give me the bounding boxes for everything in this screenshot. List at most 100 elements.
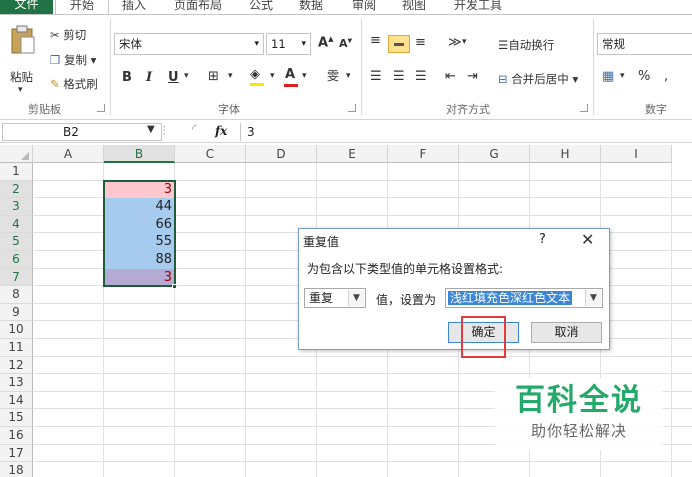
percent-button[interactable]: % xyxy=(638,69,650,84)
font-color-icon[interactable]: A xyxy=(284,67,298,87)
chevron-down-icon[interactable]: ▾ xyxy=(462,37,467,47)
row-header-4[interactable]: 4 xyxy=(0,215,33,234)
align-left-icon[interactable]: ☰ xyxy=(370,69,382,84)
borders-icon[interactable]: ⊞ xyxy=(208,69,219,84)
wrap-text-button[interactable]: ☰自动换行 xyxy=(498,37,554,53)
paste-button[interactable]: 粘贴 ▾ xyxy=(8,23,38,95)
row-header-6[interactable]: 6 xyxy=(0,251,33,269)
font-name-select[interactable]: 宋体 ▾ xyxy=(114,33,264,55)
number-group-label: 数字 xyxy=(645,103,667,116)
select-all-button[interactable] xyxy=(0,145,33,163)
row-header-5[interactable]: 5 xyxy=(0,233,33,251)
scissors-icon: ✂ xyxy=(50,28,60,42)
chevron-down-icon[interactable]: ▾ xyxy=(184,71,189,81)
row-header-7[interactable]: 7 xyxy=(0,268,33,287)
column-header-c[interactable]: C xyxy=(175,145,246,163)
accounting-icon[interactable]: ▦ xyxy=(602,69,614,84)
format-painter-button[interactable]: ✎ 格式刷 xyxy=(50,76,98,92)
help-button[interactable]: ? xyxy=(539,232,546,247)
number-format-select[interactable]: 常规 xyxy=(597,33,692,55)
chevron-down-icon[interactable]: ▾ xyxy=(270,71,275,81)
orientation-icon[interactable]: ≫ xyxy=(448,35,462,50)
close-icon[interactable]: ✕ xyxy=(581,230,594,249)
row-header-8[interactable]: 8 xyxy=(0,286,33,304)
row-header-2[interactable]: 2 xyxy=(0,180,33,199)
tab-insert[interactable]: 插入 xyxy=(122,0,146,14)
tab-home[interactable]: 开始 xyxy=(55,0,109,14)
tab-data[interactable]: 数据 xyxy=(299,0,323,14)
row-header-13[interactable]: 13 xyxy=(0,374,33,392)
watermark: 百科全说 助你轻松解决 xyxy=(495,378,663,450)
name-box[interactable]: B2 ▼ xyxy=(2,123,162,141)
clipboard-icon xyxy=(11,25,35,54)
column-header-d[interactable]: D xyxy=(246,145,317,163)
wrap-icon: ☰ xyxy=(498,38,509,52)
merge-center-label: 合并后居中 xyxy=(511,72,569,86)
chevron-down-icon[interactable]: ▾ xyxy=(302,71,307,81)
row-header-11[interactable]: 11 xyxy=(0,339,33,357)
fill-handle[interactable] xyxy=(172,284,177,289)
highlight-annotation-box xyxy=(461,316,506,358)
column-header-f[interactable]: F xyxy=(388,145,459,163)
font-size-select[interactable]: 11 ▾ xyxy=(266,33,311,55)
alignment-launcher-icon[interactable] xyxy=(580,104,588,112)
column-header-a[interactable]: A xyxy=(33,145,104,163)
tab-formulas[interactable]: 公式 xyxy=(249,0,273,14)
selection-outline xyxy=(103,180,176,287)
shrink-font-button[interactable]: A▼ xyxy=(339,37,352,50)
font-name-value: 宋体 xyxy=(119,37,142,51)
align-right-icon[interactable]: ☰ xyxy=(415,69,427,84)
column-header-g[interactable]: G xyxy=(459,145,530,163)
insert-function-button[interactable]: fx xyxy=(215,124,227,138)
tab-view[interactable]: 视图 xyxy=(402,0,426,14)
chevron-down-icon[interactable]: ▾ xyxy=(620,71,625,81)
row-header-17[interactable]: 17 xyxy=(0,444,33,463)
font-size-value: 11 xyxy=(271,37,286,51)
row-header-12[interactable]: 12 xyxy=(0,356,33,375)
cut-button[interactable]: ✂ 剪切 xyxy=(50,27,86,43)
increase-indent-icon[interactable]: ⇥ xyxy=(467,69,478,84)
grow-font-button[interactable]: A▲ xyxy=(318,35,333,50)
column-header-e[interactable]: E xyxy=(317,145,388,163)
column-header-i[interactable]: I xyxy=(601,145,672,163)
cancel-button[interactable]: 取消 xyxy=(531,322,602,343)
phonetic-icon[interactable]: 雯 xyxy=(327,67,339,84)
align-center-icon[interactable]: ☰ xyxy=(393,69,405,84)
fill-color-icon[interactable]: ◈ xyxy=(250,67,264,86)
row-header-9[interactable]: 9 xyxy=(0,303,33,322)
tab-page-layout[interactable]: 页面布局 xyxy=(174,0,222,14)
row-header-14[interactable]: 14 xyxy=(0,391,33,410)
align-bottom-icon[interactable]: ≡ xyxy=(415,35,426,50)
bold-button[interactable]: B xyxy=(122,70,132,85)
align-top-icon[interactable]: ≡ xyxy=(370,33,381,48)
align-middle-button[interactable] xyxy=(388,35,410,53)
row-header-10[interactable]: 10 xyxy=(0,321,33,339)
gridline xyxy=(33,373,692,375)
formula-divider-icon: ⁝ xyxy=(162,123,167,139)
tab-review[interactable]: 审阅 xyxy=(352,0,376,14)
tab-file[interactable]: 文件 xyxy=(0,0,53,14)
decrease-indent-icon[interactable]: ⇤ xyxy=(445,69,456,84)
row-header-3[interactable]: 3 xyxy=(0,198,33,216)
cancel-entry-icon[interactable]: ◜ xyxy=(192,122,197,137)
comma-icon[interactable]: , xyxy=(664,69,668,84)
formula-input[interactable]: 3 xyxy=(240,123,690,141)
column-header-h[interactable]: H xyxy=(530,145,601,163)
format-select[interactable]: 浅红填充色深红色文本 ▼ xyxy=(445,288,603,308)
italic-button[interactable]: I xyxy=(146,70,152,85)
clipboard-launcher-icon[interactable] xyxy=(97,104,105,112)
column-header-b[interactable]: B xyxy=(104,145,175,163)
row-header-18[interactable]: 18 xyxy=(0,462,33,477)
row-header-1[interactable]: 1 xyxy=(0,163,33,181)
value-type-select[interactable]: 重复 ▼ xyxy=(304,288,366,308)
row-header-15[interactable]: 15 xyxy=(0,409,33,427)
font-launcher-icon[interactable] xyxy=(348,104,356,112)
chevron-down-icon[interactable]: ▾ xyxy=(228,71,233,81)
chevron-down-icon[interactable]: ▾ xyxy=(346,71,351,81)
copy-button[interactable]: ❐ 复制 ▾ xyxy=(50,52,96,68)
row-header-16[interactable]: 16 xyxy=(0,427,33,445)
tab-developer[interactable]: 开发工具 xyxy=(454,0,502,14)
merge-center-button[interactable]: ⊟ 合并后居中 ▾ xyxy=(498,71,578,87)
underline-button[interactable]: U xyxy=(168,70,179,85)
duplicate-values-dialog: 重复值 ? ✕ 为包含以下类型值的单元格设置格式: 重复 ▼ 值，设置为 浅红填… xyxy=(298,228,610,350)
